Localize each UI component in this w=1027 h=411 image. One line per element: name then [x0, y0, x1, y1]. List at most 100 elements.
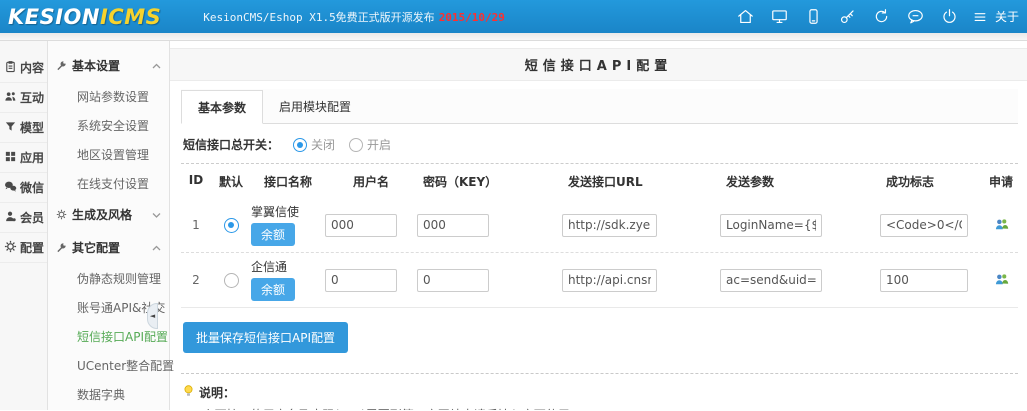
- sidebar-item-label: 会员: [20, 209, 44, 226]
- sidebar-item-label: 内容: [20, 59, 44, 76]
- radio-off[interactable]: [293, 138, 307, 152]
- logo-secondary: ICMS: [100, 5, 161, 29]
- power-icon[interactable]: [936, 4, 964, 30]
- chat-icon[interactable]: [902, 4, 930, 30]
- submenu-item-site-params[interactable]: 网站参数设置: [48, 82, 169, 111]
- password-input[interactable]: [417, 214, 489, 237]
- sms-switch-label: 短信接口总开关：: [183, 136, 279, 153]
- switch-option-on[interactable]: 开启: [349, 136, 391, 153]
- submenu-item-pseudo-static[interactable]: 伪静态规则管理: [48, 264, 169, 293]
- key-icon[interactable]: [834, 4, 862, 30]
- radio-off-label: 关闭: [311, 136, 335, 153]
- submenu-group-basic-settings[interactable]: 基本设置: [48, 49, 169, 82]
- about-menu[interactable]: 关于: [970, 4, 1019, 30]
- gear-icon: [56, 209, 67, 220]
- col-header-username: 用户名: [325, 173, 417, 190]
- submenu-group-label: 生成及风格: [72, 206, 132, 223]
- col-header-id: ID: [181, 173, 211, 190]
- password-input[interactable]: [417, 269, 489, 292]
- sidebar-item-label: 微信: [20, 179, 44, 196]
- row-id: 2: [181, 273, 211, 287]
- home-icon[interactable]: [732, 4, 760, 30]
- release-announcement: KesionCMS/Eshop X1.5免费正式版开源发布 2015/10/29: [203, 9, 505, 25]
- sidebar-item-member[interactable]: 会员: [0, 203, 47, 233]
- apply-users-icon[interactable]: [985, 218, 1017, 232]
- send-params-input[interactable]: [720, 269, 822, 292]
- sidebar-item-label: 应用: [20, 149, 44, 166]
- tab-basic-params[interactable]: 基本参数: [181, 90, 263, 124]
- secondary-sidebar: 基本设置 网站参数设置 系统安全设置 地区设置管理 在线支付设置 生成及风格 其…: [48, 41, 170, 410]
- sidebar-item-config[interactable]: 配置: [0, 233, 47, 263]
- batch-save-button[interactable]: 批量保存短信接口API配置: [183, 322, 348, 353]
- default-radio[interactable]: [224, 218, 239, 233]
- submenu-item-data-dictionary[interactable]: 数据字典: [48, 380, 169, 409]
- submenu-group-label: 基本设置: [72, 57, 120, 74]
- tab-module-config[interactable]: 启用模块配置: [263, 90, 367, 124]
- balance-button[interactable]: 余额: [251, 278, 295, 301]
- table-row: 2 企信通 余额: [181, 253, 1018, 308]
- topbar: KESIONICMS KesionCMS/Eshop X1.5免费正式版开源发布…: [0, 0, 1027, 33]
- topbar-shadow-strip: [0, 33, 1027, 41]
- balance-button[interactable]: 余额: [251, 223, 295, 246]
- radio-on[interactable]: [349, 138, 363, 152]
- submenu-group-other-config[interactable]: 其它配置: [48, 231, 169, 264]
- chevron-down-icon: [152, 212, 161, 218]
- send-params-input[interactable]: [720, 214, 822, 237]
- send-url-input[interactable]: [562, 214, 657, 237]
- default-radio[interactable]: [224, 273, 239, 288]
- username-input[interactable]: [325, 214, 397, 237]
- success-flag-input[interactable]: [880, 269, 968, 292]
- submenu-group-generate-style[interactable]: 生成及风格: [48, 198, 169, 231]
- sidebar-item-wechat[interactable]: 微信: [0, 173, 47, 203]
- col-header-default: 默认: [211, 173, 251, 190]
- submenu-item-system-security[interactable]: 系统安全设置: [48, 111, 169, 140]
- success-flag-input[interactable]: [880, 214, 968, 237]
- col-header-send-params: 发送参数: [720, 173, 880, 190]
- release-date: 2015/10/29: [439, 11, 505, 24]
- table-row: 1 掌翼信使 余额: [181, 198, 1018, 253]
- sidebar-collapse-handle[interactable]: ◄: [147, 303, 158, 329]
- switch-option-off[interactable]: 关闭: [293, 136, 335, 153]
- lightbulb-icon: [183, 385, 194, 401]
- sidebar-item-model[interactable]: 模型: [0, 113, 47, 143]
- main-content: 短信接口API配置 基本参数 启用模块配置 短信接口总开关： 关闭 开启 ID: [170, 41, 1027, 410]
- submenu-item-region-settings[interactable]: 地区设置管理: [48, 140, 169, 169]
- release-text: KesionCMS/Eshop X1.5免费正式版开源发布: [203, 11, 434, 24]
- sidebar-item-label: 模型: [20, 119, 44, 136]
- content-icon: [4, 60, 17, 76]
- submenu-item-online-payment[interactable]: 在线支付设置: [48, 169, 169, 198]
- submenu-group-label: 其它配置: [72, 239, 120, 256]
- refresh-icon[interactable]: [868, 4, 896, 30]
- chevron-up-icon: [152, 63, 161, 69]
- col-header-password: 密码（KEY）: [417, 173, 562, 190]
- app-logo[interactable]: KESIONICMS: [0, 5, 173, 29]
- chevron-up-icon: [152, 245, 161, 251]
- tab-bar: 基本参数 启用模块配置: [181, 89, 1018, 124]
- send-url-input[interactable]: [562, 269, 657, 292]
- row-id: 1: [181, 218, 211, 232]
- apply-users-icon[interactable]: [985, 273, 1017, 287]
- topbar-icons: 关于: [732, 4, 1027, 30]
- username-input[interactable]: [325, 269, 397, 292]
- sidebar-item-apps[interactable]: 应用: [0, 143, 47, 173]
- about-label: 关于: [995, 8, 1019, 25]
- interface-name: 掌翼信使: [251, 205, 299, 219]
- sidebar-item-interact[interactable]: 互动: [0, 83, 47, 113]
- monitor-icon[interactable]: [766, 4, 794, 30]
- submenu-item-ucenter[interactable]: UCenter整合配置: [48, 351, 169, 380]
- col-header-name: 接口名称: [251, 173, 325, 190]
- col-header-send-url: 发送接口URL: [562, 173, 720, 190]
- wrench-icon: [56, 242, 67, 253]
- interface-name: 企信通: [251, 260, 287, 274]
- wechat-icon: [4, 180, 17, 196]
- apps-icon: [4, 150, 17, 166]
- sidebar-item-label: 配置: [20, 239, 44, 256]
- col-header-success-flag: 成功标志: [880, 173, 985, 190]
- note-line: 1、上面接口的用户名及密码(Key)需要到第三方网站申请后填入方可使用。: [183, 406, 1018, 410]
- sidebar-item-content[interactable]: 内容: [0, 53, 47, 83]
- menu-icon[interactable]: [970, 4, 990, 30]
- mobile-icon[interactable]: [800, 4, 828, 30]
- page-title: 短信接口API配置: [170, 48, 1027, 81]
- note-title-label: 说明：: [199, 384, 235, 401]
- config-icon: [4, 240, 17, 256]
